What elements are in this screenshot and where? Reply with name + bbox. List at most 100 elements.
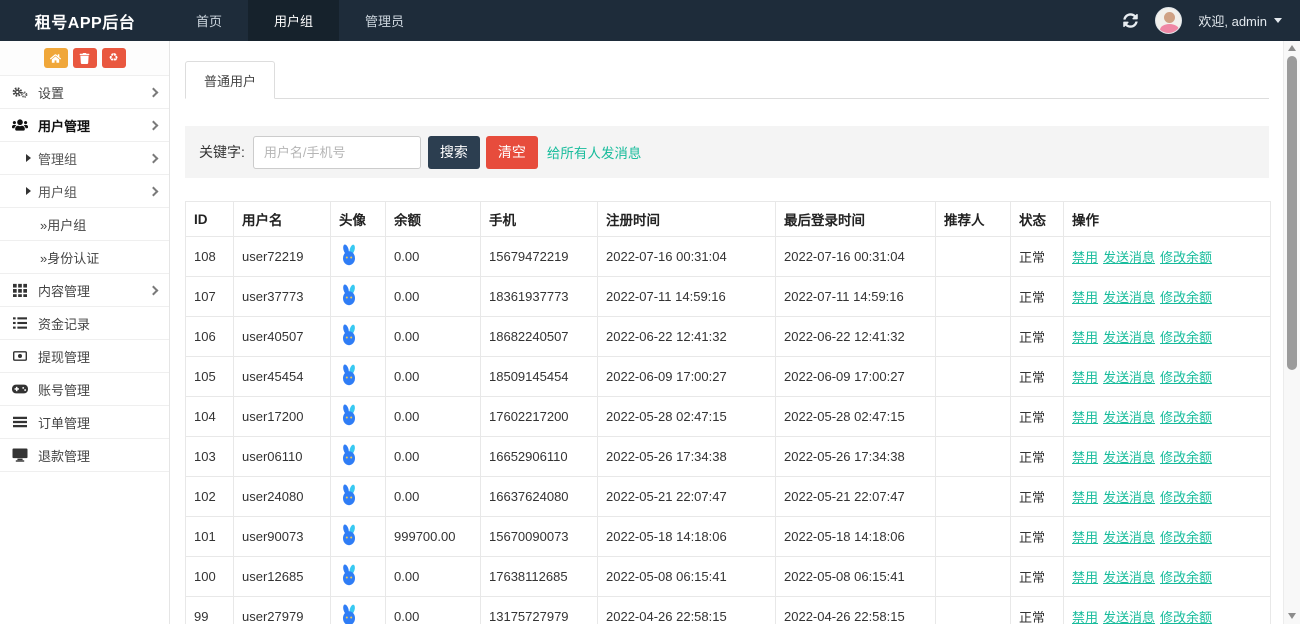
action-send-message[interactable]: 发送消息 [1103, 530, 1155, 545]
action-modify-balance[interactable]: 修改余额 [1160, 410, 1212, 425]
cell-referrer [936, 237, 1011, 277]
action-modify-balance[interactable]: 修改余额 [1160, 290, 1212, 305]
sidebar-item-label: 内容管理 [38, 281, 90, 300]
action-send-message[interactable]: 发送消息 [1103, 490, 1155, 505]
cell-status: 正常 [1011, 477, 1064, 517]
clear-button[interactable]: 清空 [486, 136, 538, 169]
table-header-row: ID 用户名 头像 余额 手机 注册时间 最后登录时间 推荐人 状态 操作 [186, 202, 1271, 237]
keyword-input[interactable] [253, 136, 421, 169]
welcome-dropdown[interactable]: 欢迎, admin [1198, 11, 1282, 30]
cell-username: user90073 [234, 517, 331, 557]
action-send-message[interactable]: 发送消息 [1103, 570, 1155, 585]
header-avatar: 头像 [331, 202, 386, 237]
action-disable[interactable]: 禁用 [1072, 290, 1098, 305]
action-disable[interactable]: 禁用 [1072, 410, 1098, 425]
action-send-message[interactable]: 发送消息 [1103, 450, 1155, 465]
action-send-message[interactable]: 发送消息 [1103, 610, 1155, 624]
trash-button[interactable] [73, 48, 97, 68]
action-send-message[interactable]: 发送消息 [1103, 410, 1155, 425]
sidebar-item-admin-group[interactable]: 管理组 [0, 142, 169, 175]
table-row: 107 user37773 0.00 18361937773 2022-07-1… [186, 277, 1271, 317]
user-avatar[interactable] [1155, 7, 1182, 34]
recycle-button[interactable]: ♻ [102, 48, 126, 68]
action-disable[interactable]: 禁用 [1072, 250, 1098, 265]
action-disable[interactable]: 禁用 [1072, 610, 1098, 624]
home-button[interactable] [44, 48, 68, 68]
action-disable[interactable]: 禁用 [1072, 530, 1098, 545]
rabbit-avatar-icon [339, 524, 359, 546]
gamepad-icon [12, 382, 30, 396]
sidebar-item-settings[interactable]: 设置 [0, 76, 169, 109]
sidebar-item-user-group[interactable]: 用户组 [0, 175, 169, 208]
cell-username: user06110 [234, 437, 331, 477]
rabbit-avatar-icon [339, 444, 359, 466]
action-send-message[interactable]: 发送消息 [1103, 370, 1155, 385]
search-button[interactable]: 搜索 [428, 136, 480, 169]
action-modify-balance[interactable]: 修改余额 [1160, 490, 1212, 505]
cell-actions: 禁用发送消息修改余额 [1064, 597, 1271, 624]
caret-down-icon [1274, 18, 1282, 23]
action-modify-balance[interactable]: 修改余额 [1160, 570, 1212, 585]
action-modify-balance[interactable]: 修改余额 [1160, 330, 1212, 345]
cell-avatar [331, 277, 386, 317]
sidebar-item-account-management[interactable]: 账号管理 [0, 373, 169, 406]
sidebar-item-order-management[interactable]: 订单管理 [0, 406, 169, 439]
action-disable[interactable]: 禁用 [1072, 330, 1098, 345]
nav-item-user-group[interactable]: 用户组 [248, 0, 339, 41]
action-modify-balance[interactable]: 修改余额 [1160, 530, 1212, 545]
action-disable[interactable]: 禁用 [1072, 370, 1098, 385]
user-table-body: 108 user72219 0.00 15679472219 2022-07-1… [186, 237, 1271, 624]
cell-register-time: 2022-05-28 02:47:15 [598, 397, 776, 437]
cell-register-time: 2022-07-16 00:31:04 [598, 237, 776, 277]
scrollbar-thumb[interactable] [1287, 56, 1297, 370]
scrollbar-down-arrow-icon[interactable] [1288, 613, 1296, 619]
action-disable[interactable]: 禁用 [1072, 450, 1098, 465]
cell-referrer [936, 437, 1011, 477]
sidebar-item-user-group-sub[interactable]: »用户组 [0, 208, 169, 241]
scrollbar-up-arrow-icon[interactable] [1288, 45, 1296, 51]
cell-phone: 13175727979 [481, 597, 598, 624]
cell-phone: 17602217200 [481, 397, 598, 437]
cell-last-login: 2022-07-11 14:59:16 [776, 277, 936, 317]
sidebar-item-user-management[interactable]: 用户管理 [0, 109, 169, 142]
user-table: ID 用户名 头像 余额 手机 注册时间 最后登录时间 推荐人 状态 操作 10… [185, 201, 1271, 624]
main-nav: 首页 用户组 管理员 [170, 0, 430, 41]
nav-item-home[interactable]: 首页 [170, 0, 248, 41]
sidebar-item-identity-verify[interactable]: »身份认证 [0, 241, 169, 274]
cell-balance: 0.00 [386, 317, 481, 357]
sidebar-item-refund-management[interactable]: 退款管理 [0, 439, 169, 472]
cell-status: 正常 [1011, 437, 1064, 477]
avatar-head-shape [1164, 12, 1175, 23]
action-send-message[interactable]: 发送消息 [1103, 290, 1155, 305]
rabbit-avatar-icon [339, 284, 359, 306]
cell-actions: 禁用发送消息修改余额 [1064, 237, 1271, 277]
action-disable[interactable]: 禁用 [1072, 490, 1098, 505]
refresh-icon[interactable] [1123, 13, 1139, 29]
tab-normal-users[interactable]: 普通用户 [185, 61, 275, 99]
action-modify-balance[interactable]: 修改余额 [1160, 370, 1212, 385]
table-row: 104 user17200 0.00 17602217200 2022-05-2… [186, 397, 1271, 437]
cell-register-time: 2022-06-09 17:00:27 [598, 357, 776, 397]
sidebar-item-content-management[interactable]: 内容管理 [0, 274, 169, 307]
cell-username: user17200 [234, 397, 331, 437]
action-send-message[interactable]: 发送消息 [1103, 250, 1155, 265]
action-modify-balance[interactable]: 修改余额 [1160, 450, 1212, 465]
cell-actions: 禁用发送消息修改余额 [1064, 437, 1271, 477]
cell-last-login: 2022-05-28 02:47:15 [776, 397, 936, 437]
header-referrer: 推荐人 [936, 202, 1011, 237]
sidebar-item-fund-records[interactable]: 资金记录 [0, 307, 169, 340]
cell-actions: 禁用发送消息修改余额 [1064, 317, 1271, 357]
broadcast-message-link[interactable]: 给所有人发消息 [547, 142, 642, 162]
action-modify-balance[interactable]: 修改余额 [1160, 250, 1212, 265]
action-disable[interactable]: 禁用 [1072, 570, 1098, 585]
cell-id: 108 [186, 237, 234, 277]
table-row: 102 user24080 0.00 16637624080 2022-05-2… [186, 477, 1271, 517]
nav-item-admin[interactable]: 管理员 [339, 0, 430, 41]
cell-id: 106 [186, 317, 234, 357]
sidebar-item-label: 账号管理 [38, 380, 90, 399]
cell-username: user12685 [234, 557, 331, 597]
action-send-message[interactable]: 发送消息 [1103, 330, 1155, 345]
action-modify-balance[interactable]: 修改余额 [1160, 610, 1212, 624]
cell-balance: 0.00 [386, 357, 481, 397]
sidebar-item-withdraw-management[interactable]: 提现管理 [0, 340, 169, 373]
